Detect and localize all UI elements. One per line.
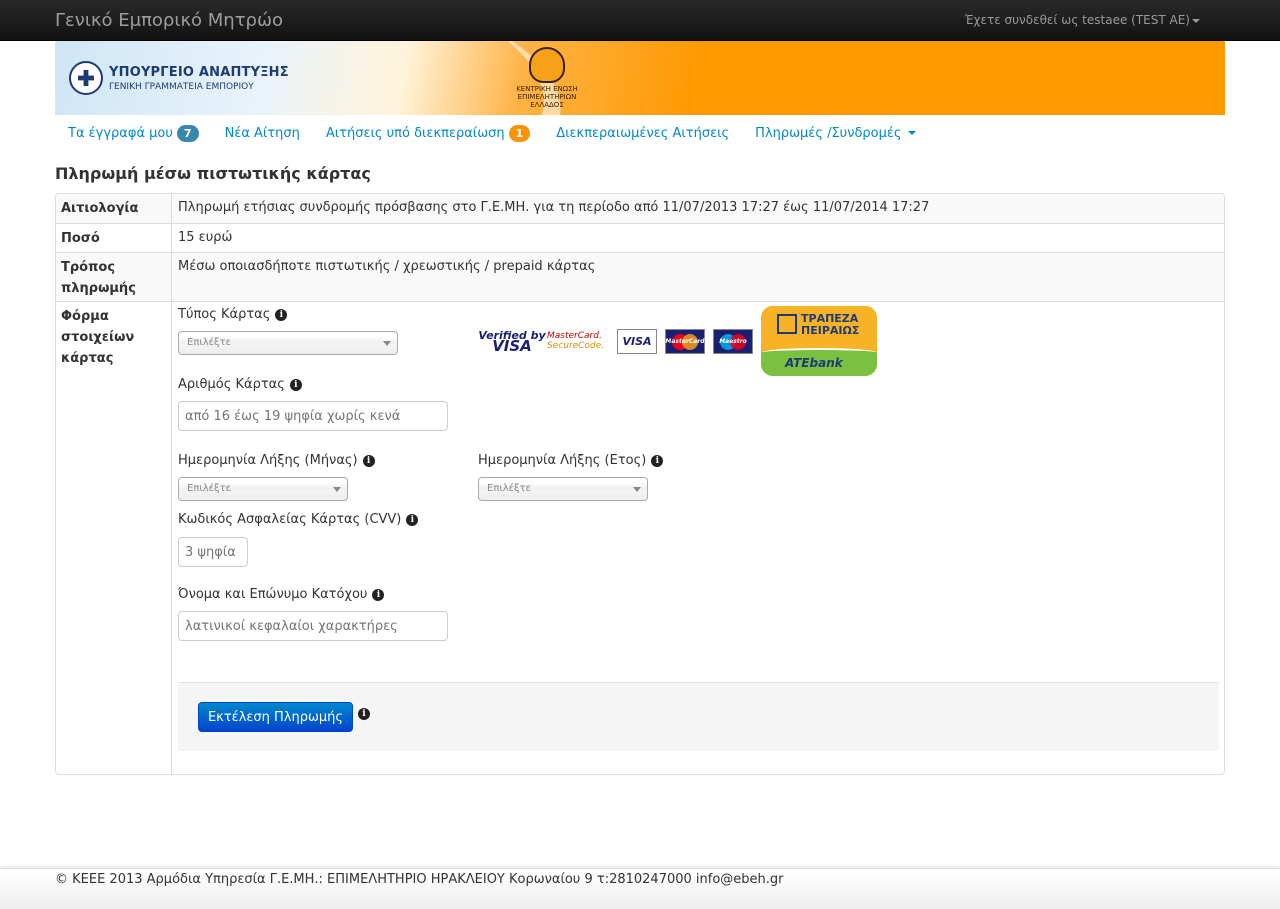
verified-by-visa-logo: Verified by VISA <box>477 330 547 355</box>
card-number-input[interactable] <box>178 401 448 431</box>
main-nav: Τα έγγραφά μου 7 Νέα Αίτηση Αιτήσεις υπό … <box>55 118 929 148</box>
method-value: Μέσω οποιασδήποτε πιστωτικής / χρεωστική… <box>178 259 596 274</box>
card-number-label-text: Αριθμός Κάρτας <box>178 377 285 392</box>
exp-year-label: Ημερομηνία Λήξης (Ετος) i <box>478 453 664 468</box>
card-form: Τύπος Κάρτας i Επιλέξτε Verified by VISA M… <box>172 302 1224 774</box>
user-menu-label: Έχετε συνδεθεί ως testaee (TEST AE) <box>964 13 1190 27</box>
table-row: Ποσό χρέωσης 15 ευρώ <box>56 223 1224 267</box>
maestro-icon: Maestro <box>713 328 753 354</box>
vbv-line2: VISA <box>492 337 532 355</box>
cvv-input[interactable] <box>178 537 248 567</box>
dropdown-arrow-icon <box>633 487 641 492</box>
nav-pending-applications[interactable]: Αιτήσεις υπό διεκπεραίωση 1 <box>313 124 543 142</box>
card-type-select-value: Επιλέξτε <box>187 337 232 348</box>
msc-line2: SecureCode. <box>547 341 605 351</box>
documents-count-badge: 7 <box>176 124 199 142</box>
info-icon[interactable]: i <box>362 454 375 467</box>
info-icon[interactable]: i <box>651 454 664 467</box>
bank-line2: ΠΕΙΡΑΙΩΣ <box>801 324 860 337</box>
card-form-label: Φόρμα στοιχείων κάρτας <box>56 302 172 774</box>
exp-year-select[interactable]: Επιλέξτε <box>478 477 648 501</box>
atebank-label: ATEbank <box>785 356 843 370</box>
dropdown-arrow-icon <box>333 487 341 492</box>
page-footer: © ΚΕΕΕ 2013 Αρμόδια Υπηρεσία Γ.Ε.ΜΗ.: ΕΠ… <box>0 868 1280 909</box>
info-icon[interactable]: i <box>372 588 385 601</box>
payment-logos: Verified by VISA MasterCard. SecureCode. V… <box>477 306 877 376</box>
info-icon[interactable]: i <box>406 513 419 526</box>
card-type-label-text: Τύπος Κάρτας <box>178 307 271 322</box>
pending-count-badge: 1 <box>508 124 531 142</box>
nav-completed-applications[interactable]: Διεκπεραιωμένες Αιτήσεις <box>543 126 742 141</box>
info-icon[interactable]: i <box>275 308 288 321</box>
card-type-label: Τύπος Κάρτας i <box>178 307 288 322</box>
exp-year-select-value: Επιλέξτε <box>487 483 532 494</box>
piraeus-bank-logo: ΤΡΑΠΕΖΑ ΠΕΙΡΑΙΩΣ ATEbank <box>761 306 877 376</box>
table-row: Τρόπος πληρωμής Μέσω οποιασδήποτε πιστωτ… <box>56 252 1224 301</box>
exp-month-select[interactable]: Επιλέξτε <box>178 477 348 501</box>
nav-pending-label: Αιτήσεις υπό διεκπεραίωση <box>325 125 505 141</box>
card-number-label: Αριθμός Κάρτας i <box>178 377 302 392</box>
keee-name: ΚΕΝΤΡΙΚΗ ΕΝΩΣΗ ΕΠΙΜΕΛΗΤΗΡΙΩΝ ΕΛΛΑΔΟΣ <box>516 85 578 109</box>
holder-name-label-text: Όνομα και Επώνυμο Κατόχου <box>178 587 368 602</box>
nav-payments-label: Πληρωμές /Συνδρομές <box>755 125 902 141</box>
table-row: Φόρμα στοιχείων κάρτας Τύπος Κάρτας i Επι… <box>56 301 1224 774</box>
header-banner: ΥΠΟΥΡΓΕΙΟ ΑΝΑΠΤΥΞΗΣ ΓΕΝΙΚΗ ΓΡΑΜΜΑΤΕΙΑ ΕΜ… <box>55 41 1225 115</box>
caret-down-icon <box>907 131 916 135</box>
cvv-label-text: Κωδικός Ασφαλείας Κάρτας (CVV) <box>178 512 402 527</box>
execute-payment-button[interactable]: Εκτέλεση Πληρωμής <box>198 702 353 732</box>
mastercard-securecode-logo: MasterCard. SecureCode. <box>547 331 609 351</box>
holder-name-label: Όνομα και Επώνυμο Κατόχου i <box>178 587 385 602</box>
form-actions: Εκτέλεση Πληρωμής i <box>178 682 1219 751</box>
holder-name-input[interactable] <box>178 611 448 641</box>
card-type-select[interactable]: Επιλέξτε <box>178 331 398 355</box>
ministry-name: ΥΠΟΥΡΓΕΙΟ ΑΝΑΠΤΥΞΗΣ <box>109 64 289 80</box>
mastercard-icon: MasterCard <box>665 328 705 354</box>
visa-card-icon: VISA <box>617 328 657 354</box>
method-label: Τρόπος πληρωμής <box>56 253 172 301</box>
footer-text: © ΚΕΕΕ 2013 Αρμόδια Υπηρεσία Γ.Ε.ΜΗ.: ΕΠ… <box>55 872 784 887</box>
amount-label: Ποσό χρέωσης <box>56 224 172 267</box>
user-menu[interactable]: Έχετε συνδεθεί ως testaee (TEST AE) <box>965 13 1200 27</box>
reason-label: Αιτιολογία <box>56 194 172 223</box>
ministry-logo: ΥΠΟΥΡΓΕΙΟ ΑΝΑΠΤΥΞΗΣ ΓΕΝΙΚΗ ΓΡΑΜΜΑΤΕΙΑ ΕΜ… <box>69 61 289 95</box>
nav-new-application[interactable]: Νέα Αίτηση <box>212 126 313 141</box>
nav-payments-dropdown[interactable]: Πληρωμές /Συνδρομές <box>742 126 928 141</box>
nav-my-documents[interactable]: Τα έγγραφά μου 7 <box>55 124 212 142</box>
hermes-icon <box>529 47 565 83</box>
reason-value: Πληρωμή ετήσιας συνδρομής πρόσβασης στο … <box>178 200 930 215</box>
keee-logo: ΚΕΝΤΡΙΚΗ ΕΝΩΣΗ ΕΠΙΜΕΛΗΤΗΡΙΩΝ ΕΛΛΑΔΟΣ <box>507 47 587 109</box>
msc-line1: MasterCard. <box>547 331 602 341</box>
piraeus-emblem-icon <box>777 314 797 334</box>
exp-month-label: Ημερομηνία Λήξης (Μήνας) i <box>178 453 375 468</box>
info-icon[interactable]: i <box>289 378 302 391</box>
top-navbar: Γενικό Εμπορικό Μητρώο Έχετε συνδεθεί ως… <box>0 0 1280 41</box>
amount-value: 15 ευρώ <box>178 230 233 245</box>
payment-details-table: Αιτιολογία Πληρωμή ετήσιας συνδρομής πρό… <box>55 193 1225 775</box>
cvv-label: Κωδικός Ασφαλείας Κάρτας (CVV) i <box>178 512 419 527</box>
exp-month-select-value: Επιλέξτε <box>187 483 232 494</box>
table-row: Αιτιολογία Πληρωμή ετήσιας συνδρομής πρό… <box>56 194 1224 223</box>
page-title: Πληρωμή μέσω πιστωτικής κάρτας <box>55 164 371 183</box>
nav-my-documents-label: Τα έγγραφά μου <box>68 125 173 141</box>
exp-year-label-text: Ημερομηνία Λήξης (Ετος) <box>478 453 647 468</box>
info-icon[interactable]: i <box>358 708 370 720</box>
brand-title[interactable]: Γενικό Εμπορικό Μητρώο <box>55 10 283 31</box>
dropdown-arrow-icon <box>383 341 391 346</box>
mastercard-label: MasterCard <box>665 337 705 345</box>
maestro-label: Maestro <box>719 337 747 345</box>
greek-emblem-icon <box>69 61 103 95</box>
caret-down-icon <box>1192 18 1200 23</box>
exp-month-label-text: Ημερομηνία Λήξης (Μήνας) <box>178 453 358 468</box>
ministry-subtitle: ΓΕΝΙΚΗ ΓΡΑΜΜΑΤΕΙΑ ΕΜΠΟΡΙΟΥ <box>109 81 254 92</box>
